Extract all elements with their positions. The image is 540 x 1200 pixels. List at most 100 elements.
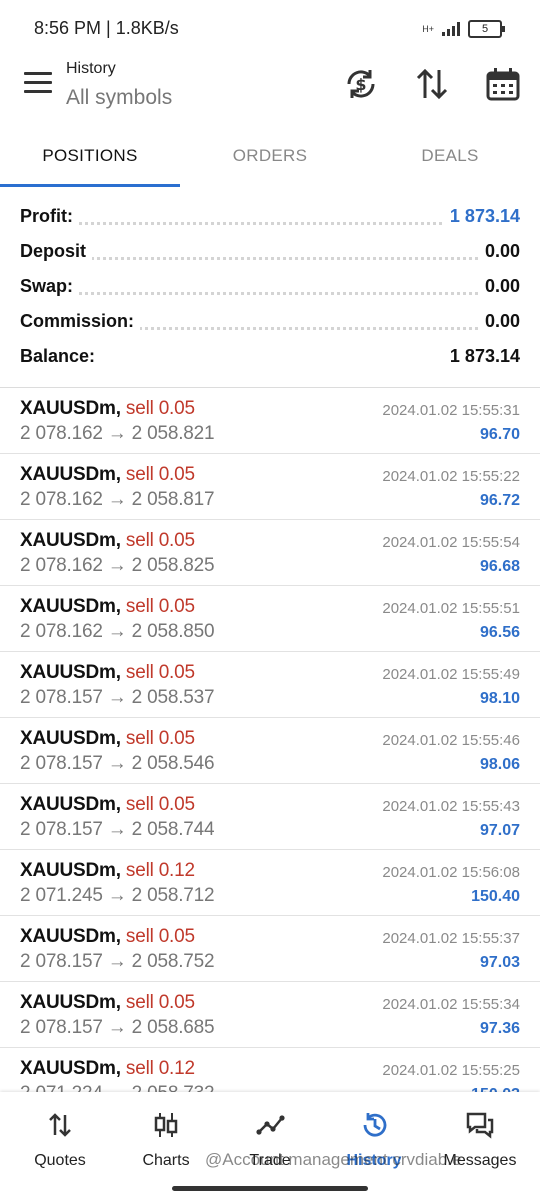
summary-value: 0.00 [478,276,520,297]
nav-quotes[interactable]: Quotes [6,1110,114,1170]
deal-profit: 96.72 [479,492,520,509]
deal-time: 2024.01.02 15:55:51 [382,600,520,617]
deal-time: 2024.01.02 15:55:49 [382,666,520,683]
list-item[interactable]: XAUUSDm, sell 0.05 2 078.162 → 2 058.825… [0,520,540,586]
deal-time: 2024.01.02 15:55:34 [382,996,520,1013]
deal-time: 2024.01.02 15:55:43 [382,798,520,815]
deal-side: sell 0.12 [125,860,195,881]
deal-symbol: XAUUSDm, [20,794,121,815]
deal-time: 2024.01.02 15:56:08 [382,864,520,881]
deal-prices: 2 078.162 → 2 058.850 [20,621,215,642]
deal-symbol: XAUUSDm, [20,992,121,1013]
nav-label: Quotes [34,1152,86,1169]
deal-prices: 2 078.157 → 2 058.752 [20,951,215,972]
deal-prices: 2 078.157 → 2 058.685 [20,1017,215,1038]
dot-leader [20,257,520,260]
tab-deals[interactable]: DEALS [360,132,540,186]
summary-row-profit: Profit: 1 873.14 [0,200,540,235]
deal-symbol: XAUUSDm, [20,926,121,947]
status-bar: 8:56 PM | 1.8KB/s H+ 5 [0,0,540,60]
deal-prices: 2 078.157 → 2 058.537 [20,687,215,708]
deal-side: sell 0.05 [125,464,195,485]
summary-value: 1 873.14 [443,206,520,227]
nav-charts[interactable]: Charts [112,1110,220,1170]
deal-side: sell 0.05 [125,926,195,947]
summary-label: Balance: [20,346,102,367]
deal-side: sell 0.05 [125,728,195,749]
list-item[interactable]: XAUUSDm, sell 0.12 2 071.245 → 2 058.712… [0,850,540,916]
trend-line-icon [256,1115,285,1135]
candlestick-icon [154,1113,178,1137]
deal-symbol: XAUUSDm, [20,860,121,881]
summary-label: Swap: [20,276,80,297]
list-item[interactable]: XAUUSDm, sell 0.05 2 078.157 → 2 058.537… [0,652,540,718]
list-item[interactable]: XAUUSDm, sell 0.05 2 078.157 → 2 058.685… [0,982,540,1048]
list-item[interactable]: XAUUSDm, sell 0.05 2 078.157 → 2 058.752… [0,916,540,982]
list-item[interactable]: XAUUSDm, sell 0.05 2 078.157 → 2 058.744… [0,784,540,850]
deal-time: 2024.01.02 15:55:25 [382,1062,520,1079]
deal-prices: 2 078.162 → 2 058.821 [20,423,215,444]
svg-text:$: $ [355,75,366,94]
deal-side: sell 0.05 [125,398,195,419]
summary-value: 0.00 [478,241,520,262]
summary-value: 1 873.14 [443,346,520,367]
home-indicator[interactable] [172,1186,368,1191]
bottom-navigation: Quotes Charts Trade History Messages [0,1092,540,1200]
summary-label: Commission: [20,311,141,332]
deal-profit: 96.70 [479,426,520,443]
deal-symbol: XAUUSDm, [20,398,121,419]
deal-profit: 96.68 [479,558,520,575]
summary-row-commission: Commission: 0.00 [0,305,540,340]
deal-time: 2024.01.02 15:55:37 [382,930,520,947]
page-title: History [66,60,116,77]
deal-time: 2024.01.02 15:55:31 [382,402,520,419]
deal-side: sell 0.12 [125,1058,195,1079]
deal-side: sell 0.05 [125,530,195,551]
summary-row-swap: Swap: 0.00 [0,270,540,305]
list-item[interactable]: XAUUSDm, sell 0.05 2 078.162 → 2 058.850… [0,586,540,652]
menu-icon[interactable] [24,72,52,96]
dot-leader [20,292,520,295]
list-item[interactable]: XAUUSDm, sell 0.05 2 078.162 → 2 058.821… [0,388,540,454]
app-header: History All symbols $ [0,52,540,122]
deal-symbol: XAUUSDm, [20,596,121,617]
summary-panel: Profit: 1 873.14 Deposit 0.00 Swap: 0.00… [0,200,540,375]
battery-icon: 5 [468,20,505,38]
deal-profit: 98.10 [479,690,520,707]
list-item[interactable]: XAUUSDm, sell 0.05 2 078.157 → 2 058.546… [0,718,540,784]
deal-prices: 2 078.157 → 2 058.546 [20,753,215,774]
positions-list: XAUUSDm, sell 0.05 2 078.162 → 2 058.821… [0,388,540,1114]
calendar-icon[interactable] [485,66,521,102]
tab-orders[interactable]: ORDERS [180,132,360,186]
deal-profit: 150.40 [471,888,520,905]
deal-prices: 2 078.157 → 2 058.744 [20,819,215,840]
deal-symbol: XAUUSDm, [20,530,121,551]
deal-profit: 96.56 [479,624,520,641]
active-tab-indicator [0,184,180,187]
messages-icon [466,1112,494,1139]
sort-icon[interactable] [414,66,450,102]
deal-prices: 2 078.162 → 2 058.817 [20,489,215,510]
tab-positions[interactable]: POSITIONS [0,132,180,186]
deal-side: sell 0.05 [125,992,195,1013]
currency-exchange-icon[interactable]: $ [343,66,379,102]
summary-label: Deposit [20,241,93,262]
status-time-speed: 8:56 PM | 1.8KB/s [34,18,179,38]
network-type: H+ [422,23,434,34]
deal-profit: 97.07 [479,822,520,839]
deal-side: sell 0.05 [125,794,195,815]
deal-symbol: XAUUSDm, [20,662,121,683]
history-tabs: POSITIONS ORDERS DEALS [0,132,540,188]
symbol-filter[interactable]: All symbols [66,86,172,110]
deal-profit: 98.06 [479,756,520,773]
deal-profit: 97.36 [479,1020,520,1037]
deal-prices: 2 071.245 → 2 058.712 [20,885,215,906]
deal-side: sell 0.05 [125,662,195,683]
deal-time: 2024.01.02 15:55:54 [382,534,520,551]
quotes-arrows-icon [49,1113,71,1137]
deal-time: 2024.01.02 15:55:22 [382,468,520,485]
summary-value: 0.00 [478,311,520,332]
list-item[interactable]: XAUUSDm, sell 0.05 2 078.162 → 2 058.817… [0,454,540,520]
summary-row-balance: Balance: 1 873.14 [0,340,540,375]
deal-symbol: XAUUSDm, [20,1058,121,1079]
